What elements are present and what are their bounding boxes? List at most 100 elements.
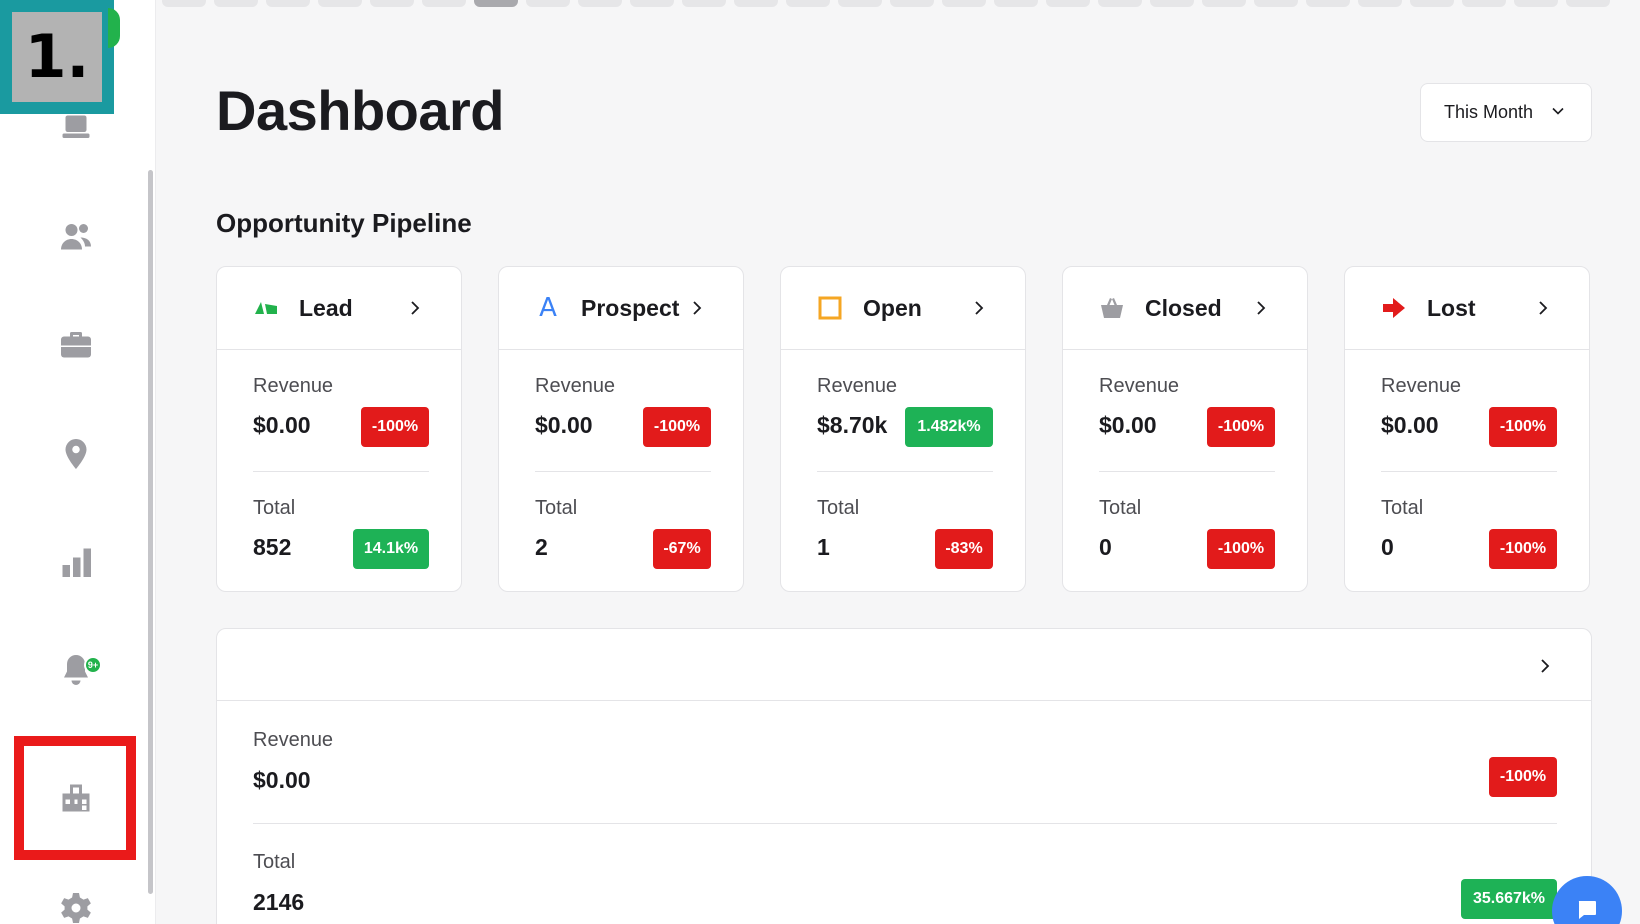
stage-label: Lead [299,294,353,321]
chevron-right-icon[interactable] [971,299,987,317]
users-icon [61,224,91,250]
period-dropdown[interactable]: This Month [1420,83,1592,142]
tab[interactable] [162,0,206,7]
tab[interactable] [1150,0,1194,7]
stage-label: Closed [1145,294,1222,321]
change-badge: -100% [1489,757,1557,797]
change-badge: -100% [1489,407,1557,447]
tab[interactable] [1254,0,1298,7]
lead-icon [253,295,279,321]
prospect-a-icon: A [539,293,557,323]
step-marker: 1. [0,0,120,114]
tab[interactable] [1358,0,1402,7]
tab[interactable] [266,0,310,7]
chevron-right-icon[interactable] [689,299,705,317]
tab[interactable] [942,0,986,7]
tab[interactable] [214,0,258,7]
sidebar-item-locations[interactable] [56,434,96,474]
tab[interactable] [1046,0,1090,7]
section-title: Opportunity Pipeline [216,208,472,238]
divider [253,471,429,472]
stage-card-header[interactable]: A Prospect [499,267,743,350]
sidebar-item-contacts[interactable] [56,216,96,256]
chevron-right-icon[interactable] [1537,657,1553,675]
stage-card-lead: Lead Revenue $0.00 -100% Total 852 14.1k… [216,266,462,592]
open-square-icon [817,295,843,321]
period-dropdown-value: This Month [1444,102,1534,122]
metric-label: Total [253,851,296,873]
change-badge: 14.1k% [353,529,429,569]
change-badge: -100% [361,407,429,447]
tab[interactable] [630,0,674,7]
stage-card-header[interactable]: Lead [217,267,461,350]
sidebar-scrollbar[interactable] [148,170,153,894]
metric-label: Revenue [535,375,616,397]
metric-label: Revenue [253,375,334,397]
chevron-right-icon[interactable] [407,299,423,317]
gear-icon [61,893,91,923]
tab[interactable] [318,0,362,7]
tab[interactable] [578,0,622,7]
tab-active[interactable] [474,0,518,7]
metric-label: Total [253,497,296,519]
tab[interactable] [370,0,414,7]
divider [1381,471,1557,472]
chevron-right-icon[interactable] [1253,299,1269,317]
stage-card-header[interactable]: Open [781,267,1025,350]
tab[interactable] [682,0,726,7]
tab[interactable] [1410,0,1454,7]
stage-card-lost: Lost Revenue $0.00 -100% Total 0 -100% [1344,266,1590,592]
stage-label: Open [863,294,922,321]
sidebar-item-reports[interactable] [56,542,96,582]
tab[interactable] [1462,0,1506,7]
change-badge: -100% [643,407,711,447]
tab[interactable] [1098,0,1142,7]
metric-label: Total [1381,497,1424,519]
summary-card-header[interactable] [217,629,1591,701]
tab[interactable] [1306,0,1350,7]
stage-card-prospect: A Prospect Revenue $0.00 -100% Total 2 -… [498,266,744,592]
divider [1099,471,1275,472]
pipeline-summary-card: Revenue $0.00 -100% Total 2146 35.667k% [216,628,1592,924]
tab[interactable] [994,0,1038,7]
metric-label: Total [535,497,578,519]
top-tab-strip [110,0,1640,8]
tab[interactable] [838,0,882,7]
stage-card-open: Open Revenue $8.70k 1.482k% Total 1 -83% [780,266,1026,592]
tab[interactable] [890,0,934,7]
basket-icon [1099,295,1125,321]
change-badge: -67% [653,529,711,569]
change-badge: -100% [1489,529,1557,569]
tab[interactable] [786,0,830,7]
sidebar-item-settings[interactable] [56,888,96,924]
change-badge: 1.482k% [905,407,993,447]
step-marker-label: 1. [12,12,102,102]
stage-card-header[interactable]: Lost [1345,267,1589,350]
chat-bubble-icon [1578,901,1596,919]
stage-label: Prospect [581,294,680,321]
divider [817,471,993,472]
tab[interactable] [526,0,570,7]
tab[interactable] [422,0,466,7]
tab[interactable] [1202,0,1246,7]
metric-label: Total [1099,497,1142,519]
stage-label: Lost [1427,294,1476,321]
step-marker-tip [108,8,120,48]
tab[interactable] [734,0,778,7]
change-badge: -83% [935,529,993,569]
sidebar-item-opportunities[interactable] [56,324,96,364]
metric-label: Revenue [1099,375,1180,397]
bar-chart-icon [62,548,91,577]
divider [535,471,711,472]
stage-card-header[interactable]: Closed [1063,267,1307,350]
map-pin-icon [65,439,87,469]
tab[interactable] [1566,0,1610,7]
chevron-down-icon [1552,107,1564,115]
change-badge: -100% [1207,407,1275,447]
summary-total-value: 2146 [253,889,305,915]
chevron-right-icon[interactable] [1535,299,1551,317]
tab[interactable] [1514,0,1558,7]
highlight-box [14,736,136,860]
briefcase-icon [61,332,91,358]
change-badge: -100% [1207,529,1275,569]
